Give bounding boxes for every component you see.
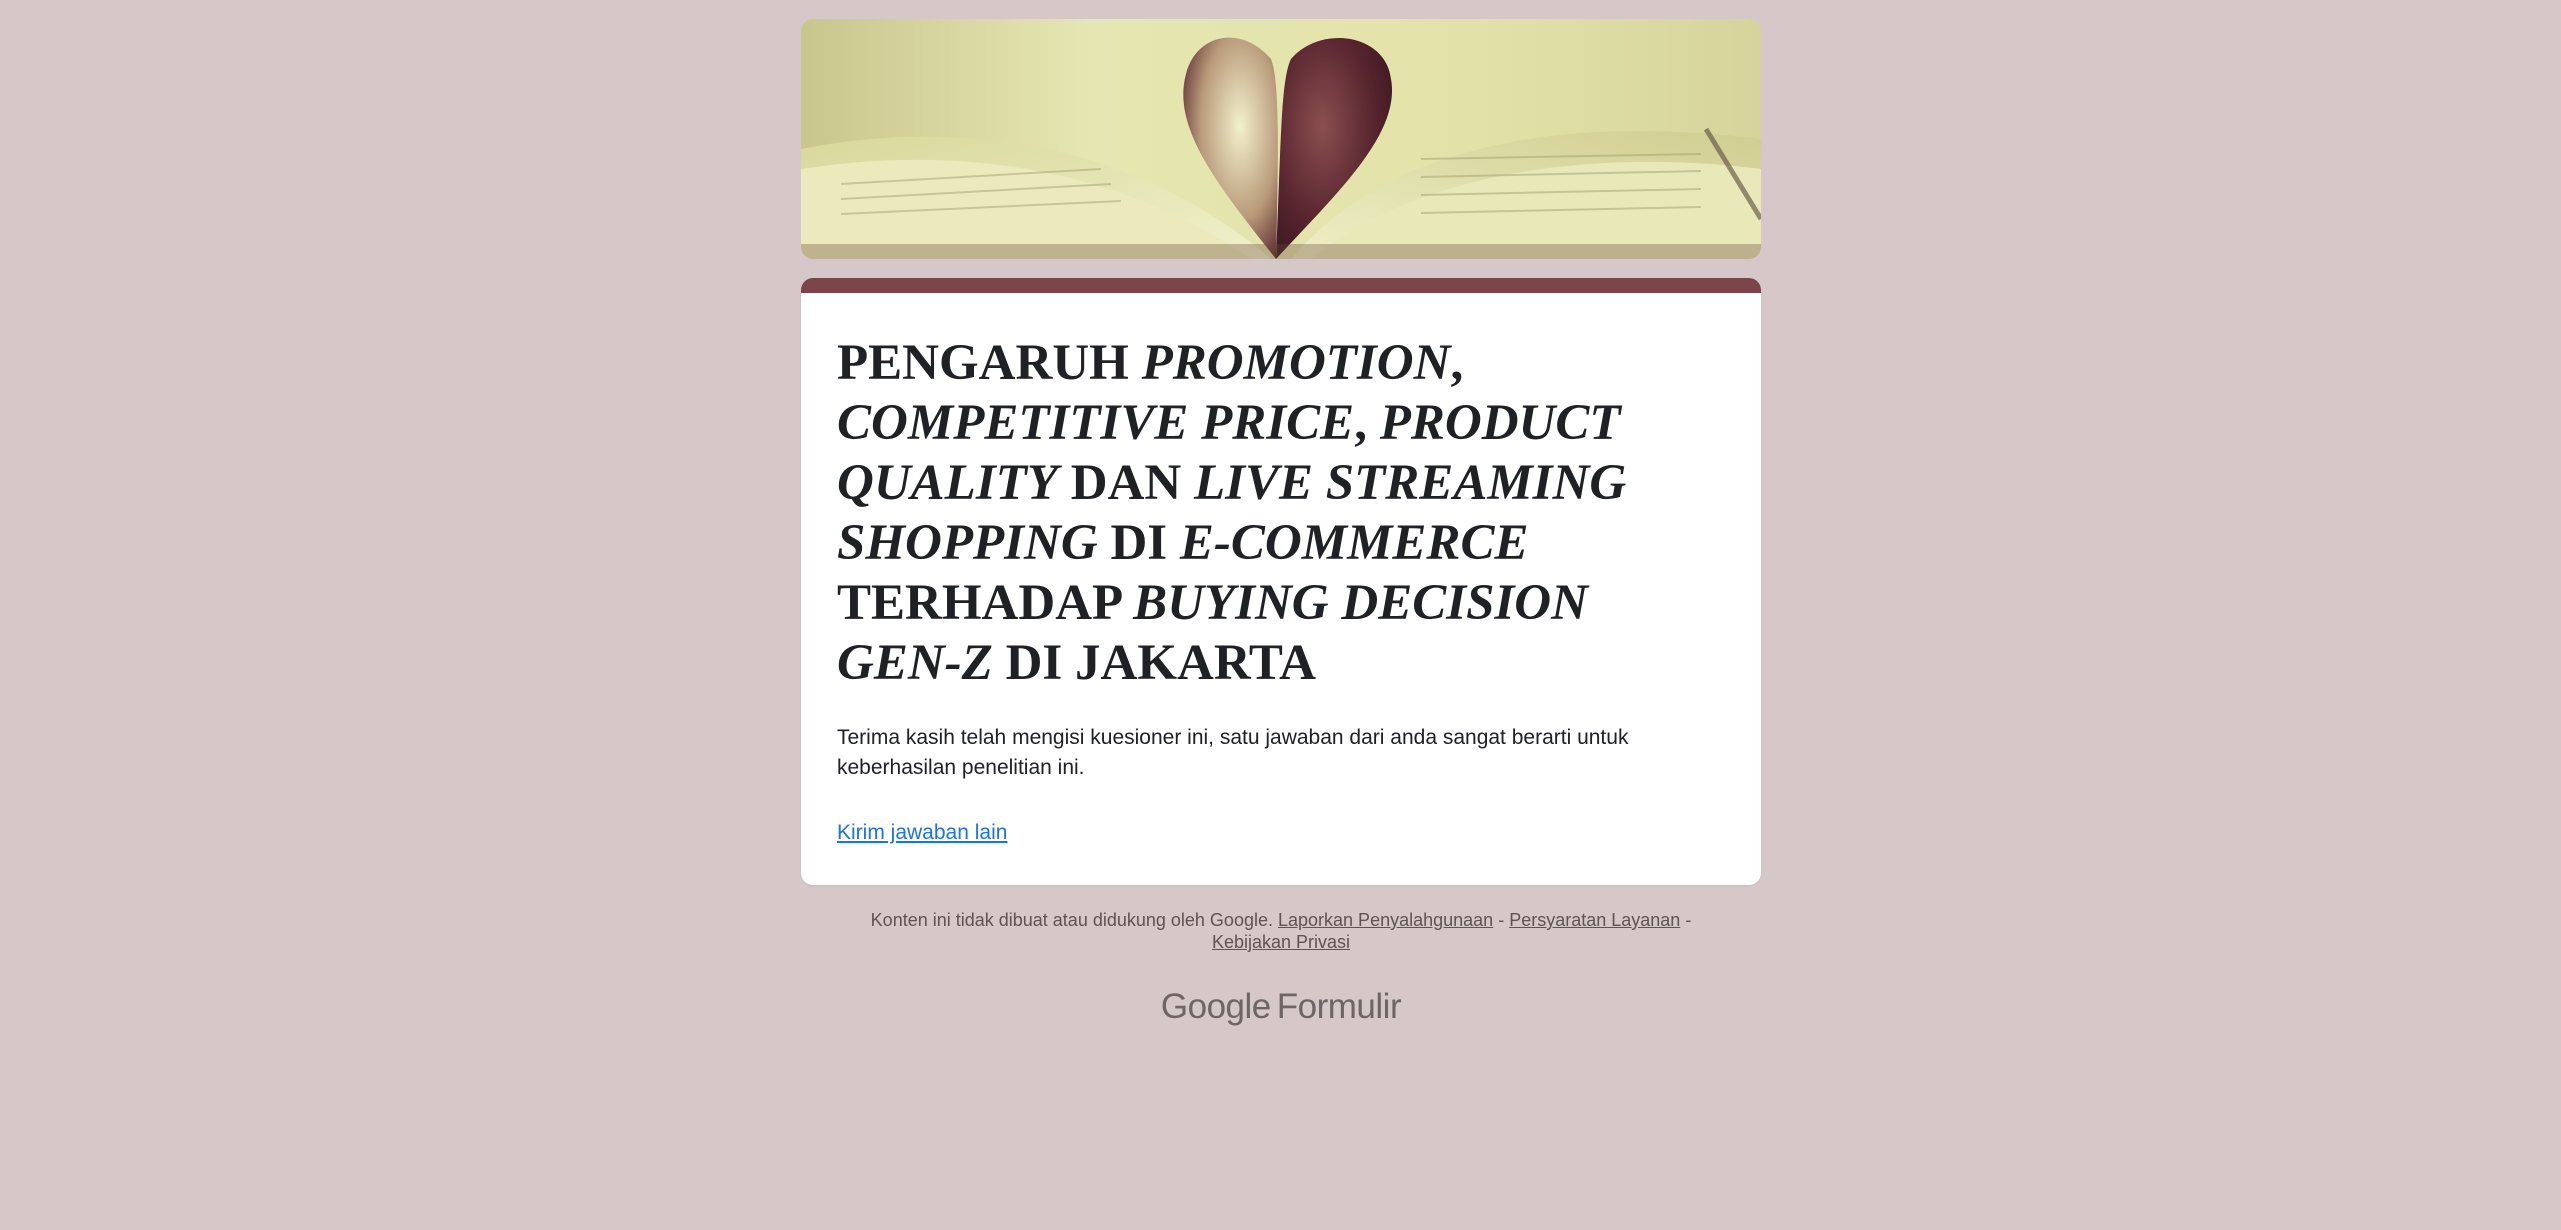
forms-wordmark: Formulir [1276, 987, 1402, 1026]
terms-of-service-link[interactable]: Persyaratan Layanan [1509, 910, 1680, 930]
title-text-part: PENGARUH [837, 335, 1142, 391]
form-title: PENGARUH PROMOTION, COMPETITIVE PRICE, P… [837, 333, 1725, 693]
title-text-part: DI [1097, 515, 1180, 571]
confirmation-message: Terima kasih telah mengisi kuesioner ini… [837, 726, 1629, 779]
google-wordmark: Google [1160, 987, 1271, 1026]
title-text-part: TERHADAP [837, 575, 1134, 631]
confirmation-card: PENGARUH PROMOTION, COMPETITIVE PRICE, P… [801, 278, 1761, 885]
footer: Konten ini tidak dibuat atau didukung ol… [801, 909, 1761, 953]
card-accent-bar [801, 278, 1761, 293]
header-banner-image [801, 19, 1761, 259]
google-forms-logo[interactable]: Google Formulir [801, 987, 1761, 1027]
title-text-part: , [1450, 335, 1464, 391]
title-italic-part: COMPETITIVE PRICE [837, 395, 1355, 451]
footer-disclaimer: Konten ini tidak dibuat atau didukung ol… [870, 910, 1273, 930]
report-abuse-link[interactable]: Laporkan Penyalahgunaan [1278, 910, 1493, 930]
title-text-part: , [1354, 395, 1380, 451]
title-text-part: DAN [1057, 455, 1194, 511]
title-text-part: DI JAKARTA [992, 635, 1316, 691]
footer-separator: - [1493, 910, 1510, 930]
footer-separator: - [1680, 910, 1692, 930]
title-italic-part: E-COMMERCE [1179, 515, 1529, 571]
submit-another-response-link[interactable]: Kirim jawaban lain [837, 821, 1007, 845]
title-italic-part: PROMOTION [1141, 335, 1451, 391]
privacy-policy-link[interactable]: Kebijakan Privasi [1212, 932, 1350, 952]
form-container: PENGARUH PROMOTION, COMPETITIVE PRICE, P… [801, 19, 1761, 1027]
